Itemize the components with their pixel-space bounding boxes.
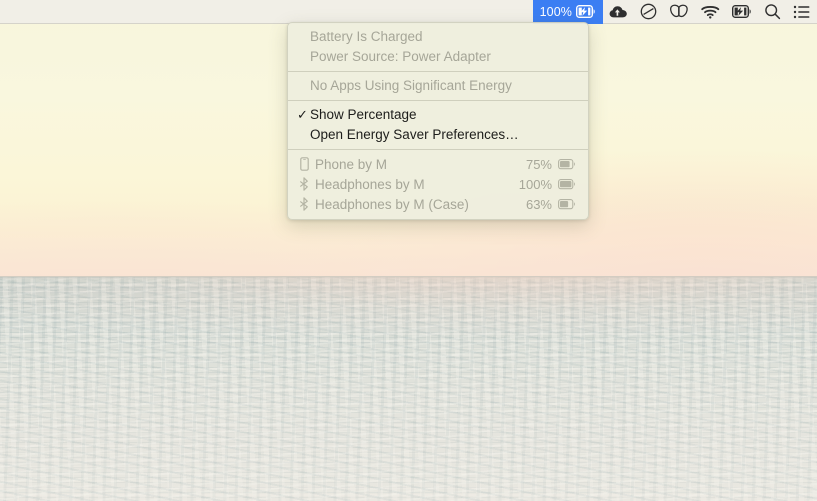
search-icon: [764, 3, 781, 20]
open-energy-saver-label: Open Energy Saver Preferences…: [310, 127, 519, 142]
device-percentage-label: 75%: [525, 156, 552, 172]
menu-separator-2: [288, 100, 588, 101]
do-not-disturb-icon: [640, 3, 657, 20]
menu-bar-battery-status[interactable]: 100%: [532, 0, 603, 24]
bluetooth-icon: [297, 197, 311, 211]
checkmark-icon: ✓: [297, 107, 308, 122]
battery-status-section: Battery Is Charged Power Source: Power A…: [288, 27, 588, 67]
menu-separator-3: [288, 149, 588, 150]
wifi-icon: [701, 5, 720, 19]
wallpaper-sea-warm-glow: [0, 277, 817, 347]
butterfly-icon: [669, 4, 689, 20]
bluetooth-icon: [297, 177, 311, 191]
apps-energy-row: No Apps Using Significant Energy: [288, 76, 588, 96]
menu-bar-control-center-item[interactable]: [787, 0, 817, 24]
device-name-label: Phone by M: [315, 156, 388, 172]
battery-dropdown-menu: Battery Is Charged Power Source: Power A…: [287, 22, 589, 220]
menu-bar: 100%: [0, 0, 817, 24]
device-name-label: Headphones by M (Case): [315, 196, 469, 212]
menu-bar-battery-item[interactable]: [726, 0, 758, 24]
menu-bar-cloud-item[interactable]: [603, 0, 634, 24]
iphone-icon: [297, 157, 311, 171]
battery-charge-state-label: Battery Is Charged: [310, 29, 423, 44]
device-battery-icon: [558, 198, 576, 210]
device-percentage-label: 63%: [525, 196, 552, 212]
desktop: 100% Battery Is Charged Power Source: Po…: [0, 0, 817, 501]
show-percentage-menu-item[interactable]: ✓ Show Percentage: [288, 105, 588, 125]
menu-bar-butterfly-item[interactable]: [663, 0, 695, 24]
device-name-label: Headphones by M: [315, 176, 425, 192]
battery-charge-state-row: Battery Is Charged: [288, 27, 588, 47]
cloud-upload-icon: [609, 5, 628, 19]
battery-charging-icon: [576, 5, 596, 18]
battery-charging-icon: [732, 5, 752, 18]
battery-power-source-label: Power Source: Power Adapter: [310, 49, 491, 64]
control-center-icon: [793, 5, 811, 19]
energy-usage-section: No Apps Using Significant Energy: [288, 76, 588, 96]
device-percentage-label: 100%: [518, 176, 552, 192]
device-battery-icon: [558, 158, 576, 170]
connected-devices-section: Phone by M 75% Headphones by M 100% Head…: [288, 154, 588, 214]
battery-percentage-label: 100%: [539, 4, 572, 19]
menu-bar-wifi-item[interactable]: [695, 0, 726, 24]
battery-power-source-row: Power Source: Power Adapter: [288, 47, 588, 67]
device-battery-icon: [558, 178, 576, 190]
device-row: Headphones by M (Case) 63%: [288, 194, 588, 214]
menu-bar-search-item[interactable]: [758, 0, 787, 24]
show-percentage-label: Show Percentage: [310, 107, 417, 122]
device-row: Headphones by M 100%: [288, 174, 588, 194]
open-energy-saver-menu-item[interactable]: Open Energy Saver Preferences…: [288, 125, 588, 145]
menu-separator-1: [288, 71, 588, 72]
menu-bar-do-not-disturb-item[interactable]: [634, 0, 663, 24]
menu-bar-status-items: 100%: [532, 0, 817, 24]
battery-options-section: ✓ Show Percentage Open Energy Saver Pref…: [288, 105, 588, 145]
device-row: Phone by M 75%: [288, 154, 588, 174]
apps-energy-label: No Apps Using Significant Energy: [310, 78, 512, 93]
